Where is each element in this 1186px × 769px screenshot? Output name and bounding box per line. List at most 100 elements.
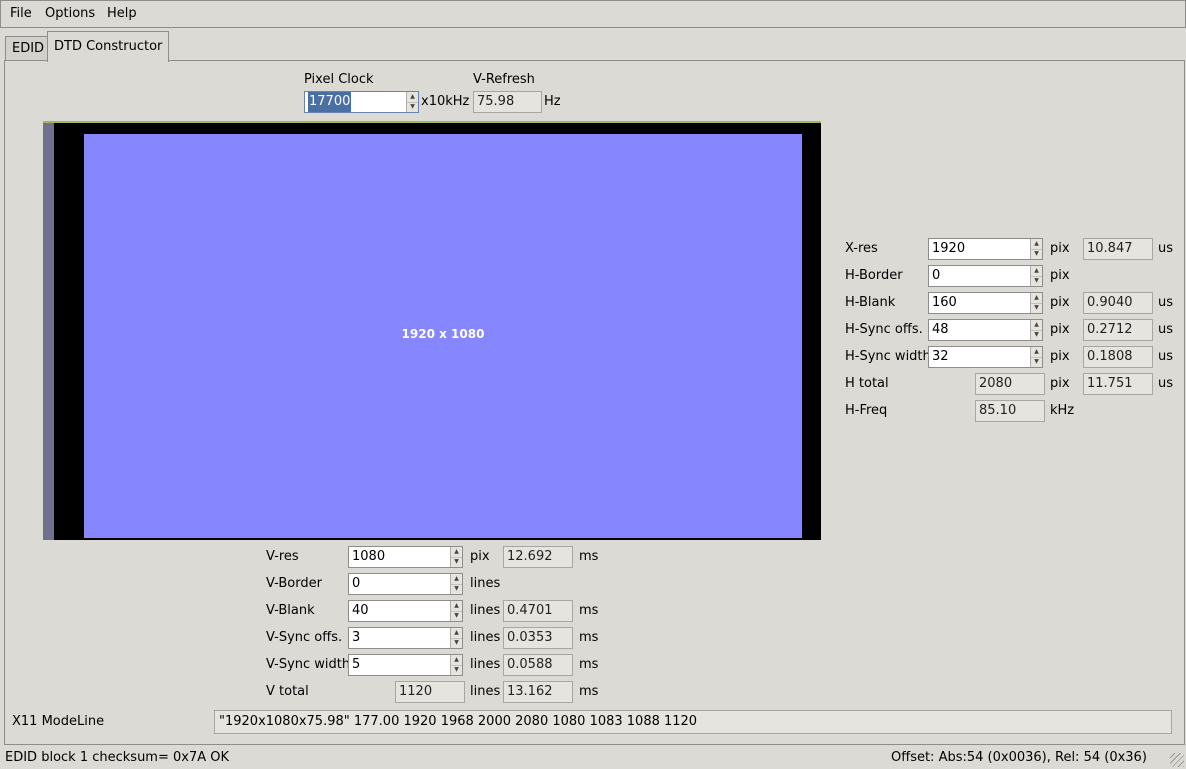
hsync-width-time: 0.1808 xyxy=(1083,346,1153,368)
spin-down-icon[interactable]: ▼ xyxy=(451,665,462,675)
pixel-clock-unit: x10kHz xyxy=(421,94,470,109)
vsync-width-time-unit: ms xyxy=(579,657,599,672)
spin-down-icon[interactable]: ▼ xyxy=(1031,249,1042,259)
vsync-width-unit: lines xyxy=(470,657,501,672)
vblank-time-unit: ms xyxy=(579,603,599,618)
preview-resolution-caption: 1920 x 1080 xyxy=(401,327,485,341)
hfreq-label: H-Freq xyxy=(845,403,888,418)
hborder-value[interactable]: 0 xyxy=(932,266,940,286)
vres-spin-buttons[interactable]: ▲ ▼ xyxy=(450,547,462,567)
htotal-label: H total xyxy=(845,376,889,391)
hsync-width-spin-buttons[interactable]: ▲ ▼ xyxy=(1030,347,1042,367)
hblank-label: H-Blank xyxy=(845,295,896,310)
pixel-clock-spinbox[interactable]: 17700 ▲ ▼ xyxy=(304,91,419,113)
hsync-offs-value[interactable]: 48 xyxy=(932,320,949,340)
vsync-width-time: 0.0588 xyxy=(503,654,573,676)
vsync-offs-value[interactable]: 3 xyxy=(352,628,360,648)
spin-down-icon[interactable]: ▼ xyxy=(1031,276,1042,286)
vborder-spin-buttons[interactable]: ▲ ▼ xyxy=(450,574,462,594)
vtotal-time-unit: ms xyxy=(579,684,599,699)
preview-left-bar xyxy=(43,123,54,540)
hsync-offs-spin-buttons[interactable]: ▲ ▼ xyxy=(1030,320,1042,340)
vblank-spin-buttons[interactable]: ▲ ▼ xyxy=(450,601,462,621)
vres-time-unit: ms xyxy=(579,549,599,564)
vsync-width-value[interactable]: 5 xyxy=(352,655,360,675)
menu-help[interactable]: Help xyxy=(107,6,137,21)
hborder-spin-buttons[interactable]: ▲ ▼ xyxy=(1030,266,1042,286)
vborder-value[interactable]: 0 xyxy=(352,574,360,594)
vres-value[interactable]: 1080 xyxy=(352,547,385,567)
xres-spinbox[interactable]: 1920 ▲ ▼ xyxy=(928,238,1043,260)
spin-down-icon[interactable]: ▼ xyxy=(451,638,462,648)
vtotal-label: V total xyxy=(266,684,309,699)
vsync-offs-label: V-Sync offs. xyxy=(266,630,343,645)
resize-grip-icon[interactable] xyxy=(1170,753,1184,767)
menu-file[interactable]: File xyxy=(10,6,32,21)
preview-top-edge xyxy=(43,121,821,123)
vblank-label: V-Blank xyxy=(266,603,315,618)
hsync-width-unit: pix xyxy=(1050,349,1070,364)
htotal-time: 11.751 xyxy=(1083,373,1153,395)
hborder-unit: pix xyxy=(1050,268,1070,283)
status-bar: EDID block 1 checksum= 0x7A OK Offset: A… xyxy=(0,746,1186,769)
xres-unit: pix xyxy=(1050,241,1070,256)
vblank-spinbox[interactable]: 40 ▲ ▼ xyxy=(348,600,463,622)
spin-down-icon[interactable]: ▼ xyxy=(1031,303,1042,313)
xres-label: X-res xyxy=(845,241,878,256)
vblank-time: 0.4701 xyxy=(503,600,573,622)
status-offset: Offset: Abs:54 (0x0036), Rel: 54 (0x36) xyxy=(891,750,1147,765)
status-checksum: EDID block 1 checksum= 0x7A OK xyxy=(5,750,230,765)
vblank-value[interactable]: 40 xyxy=(352,601,369,621)
menu-options[interactable]: Options xyxy=(45,6,95,21)
vborder-spinbox[interactable]: 0 ▲ ▼ xyxy=(348,573,463,595)
modeline-field[interactable]: "1920x1080x75.98" 177.00 1920 1968 2000 … xyxy=(214,710,1172,734)
vblank-unit: lines xyxy=(470,603,501,618)
spin-down-icon[interactable]: ▼ xyxy=(451,611,462,621)
vsync-width-spin-buttons[interactable]: ▲ ▼ xyxy=(450,655,462,675)
pixel-clock-spin-buttons[interactable]: ▲ ▼ xyxy=(406,92,418,112)
vtotal-time: 13.162 xyxy=(503,681,573,703)
vborder-label: V-Border xyxy=(266,576,322,591)
hsync-offs-unit: pix xyxy=(1050,322,1070,337)
vsync-offs-spinbox[interactable]: 3 ▲ ▼ xyxy=(348,627,463,649)
spin-down-icon[interactable]: ▼ xyxy=(1031,357,1042,367)
hsync-width-value[interactable]: 32 xyxy=(932,347,949,367)
spin-down-icon[interactable]: ▼ xyxy=(1031,330,1042,340)
hsync-offs-time-unit: us xyxy=(1158,322,1174,337)
spin-down-icon[interactable]: ▼ xyxy=(451,557,462,567)
xres-time: 10.847 xyxy=(1083,238,1153,260)
menu-bar: File Options Help xyxy=(0,0,1186,28)
hblank-unit: pix xyxy=(1050,295,1070,310)
hsync-width-spinbox[interactable]: 32 ▲ ▼ xyxy=(928,346,1043,368)
hsync-offs-label: H-Sync offs. xyxy=(845,322,923,337)
tab-edid[interactable]: EDID xyxy=(5,36,52,62)
hborder-spinbox[interactable]: 0 ▲ ▼ xyxy=(928,265,1043,287)
pixel-clock-value[interactable]: 17700 xyxy=(308,92,352,112)
hblank-spinbox[interactable]: 160 ▲ ▼ xyxy=(928,292,1043,314)
hblank-value[interactable]: 160 xyxy=(932,293,957,313)
vres-unit: pix xyxy=(470,549,490,564)
hsync-offs-spinbox[interactable]: 48 ▲ ▼ xyxy=(928,319,1043,341)
vres-label: V-res xyxy=(266,549,299,564)
vsync-offs-time: 0.0353 xyxy=(503,627,573,649)
vsync-width-spinbox[interactable]: 5 ▲ ▼ xyxy=(348,654,463,676)
vtotal-value: 1120 xyxy=(395,681,465,703)
vtotal-unit: lines xyxy=(470,684,501,699)
htotal-value: 2080 xyxy=(975,373,1045,395)
vsync-offs-unit: lines xyxy=(470,630,501,645)
xres-spin-buttons[interactable]: ▲ ▼ xyxy=(1030,239,1042,259)
v-refresh-value: 75.98 xyxy=(473,91,542,113)
xres-value[interactable]: 1920 xyxy=(932,239,965,259)
vsync-offs-spin-buttons[interactable]: ▲ ▼ xyxy=(450,628,462,648)
hblank-spin-buttons[interactable]: ▲ ▼ xyxy=(1030,293,1042,313)
v-refresh-label: V-Refresh xyxy=(473,72,535,87)
vborder-unit: lines xyxy=(470,576,501,591)
hblank-time-unit: us xyxy=(1158,295,1174,310)
spin-down-icon[interactable]: ▼ xyxy=(451,584,462,594)
htotal-unit: pix xyxy=(1050,376,1070,391)
tab-dtd-constructor[interactable]: DTD Constructor xyxy=(47,31,170,62)
vsync-width-label: V-Sync width xyxy=(266,657,351,672)
hfreq-unit: kHz xyxy=(1050,403,1075,418)
spin-down-icon[interactable]: ▼ xyxy=(407,102,418,112)
vres-spinbox[interactable]: 1080 ▲ ▼ xyxy=(348,546,463,568)
